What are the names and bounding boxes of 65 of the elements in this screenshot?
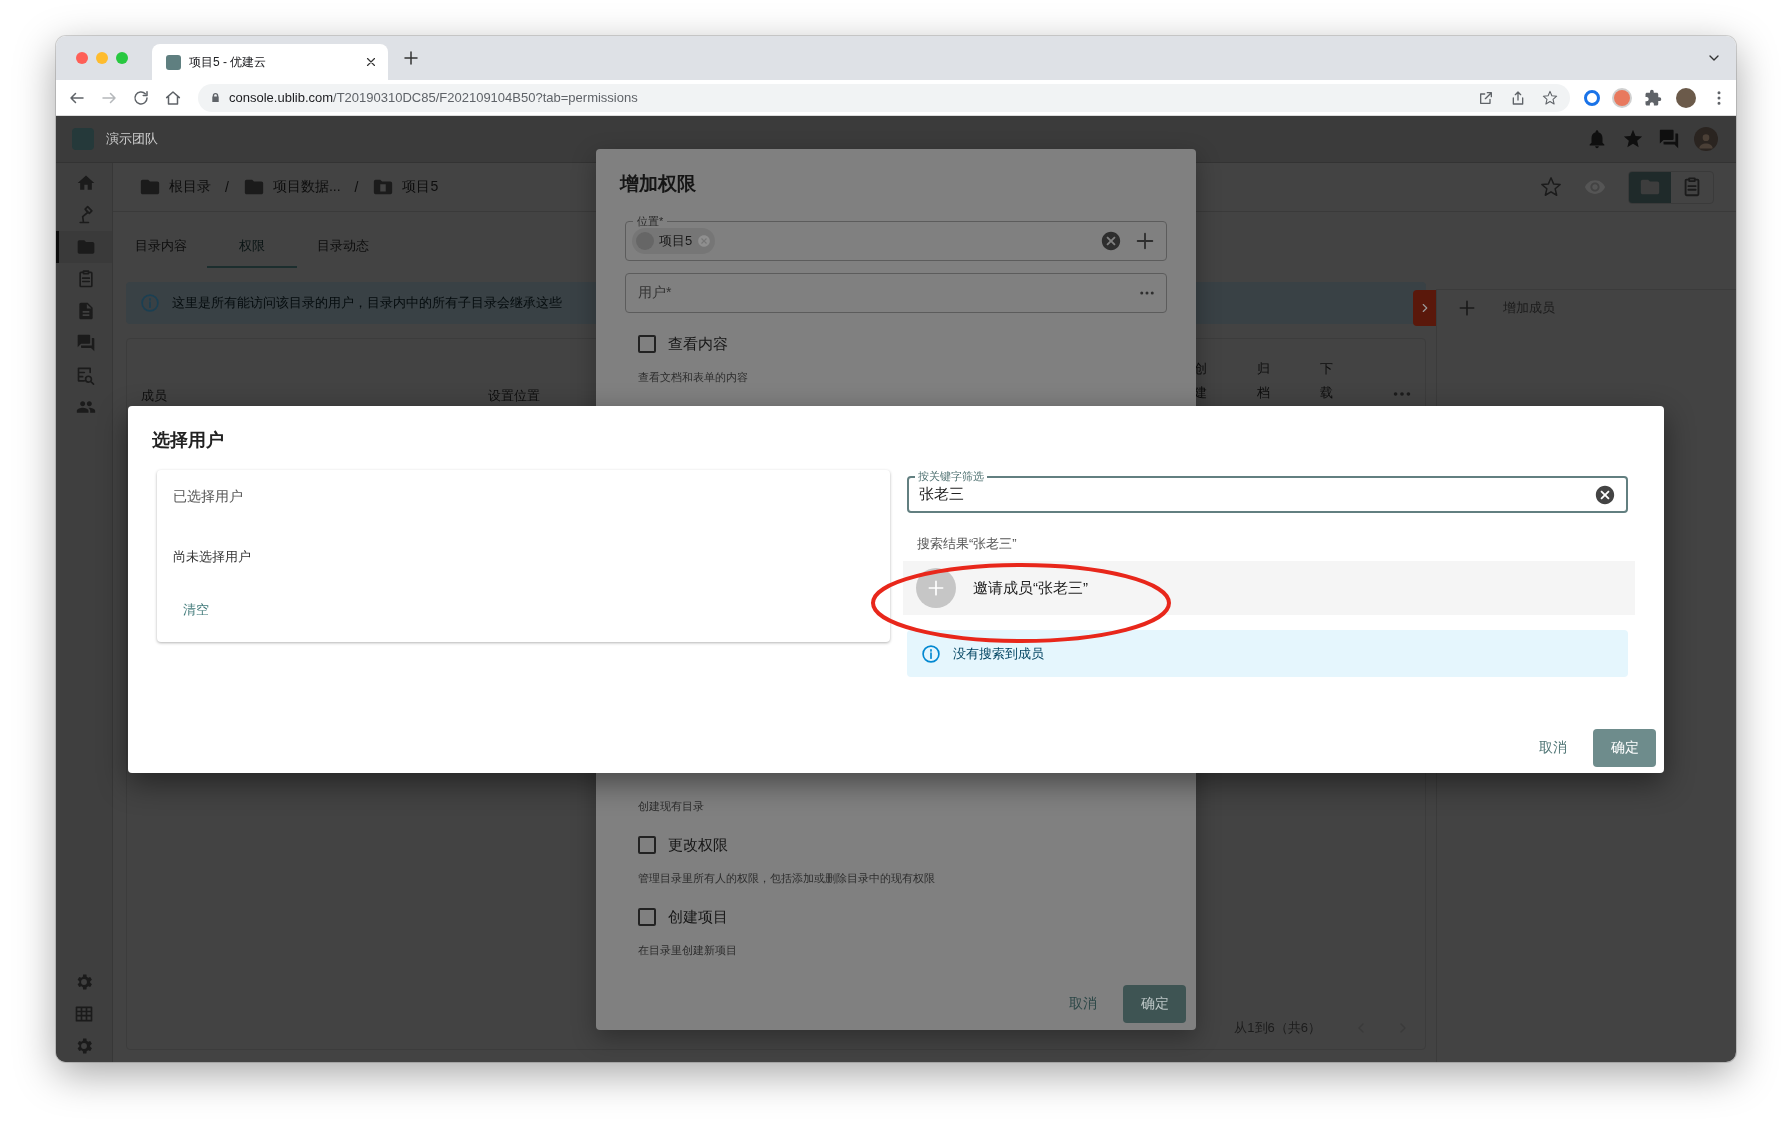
favorite-icon[interactable] xyxy=(1540,176,1562,198)
empty-text: 尚未选择用户 xyxy=(173,548,251,566)
bookmark-star-icon[interactable] xyxy=(1542,89,1558,106)
confirm-button[interactable]: 确定 xyxy=(1593,729,1656,767)
extension-icon[interactable] xyxy=(1584,89,1600,106)
user-field[interactable]: 用户* xyxy=(625,273,1167,313)
invite-member-item[interactable]: 邀请成员“张老三” xyxy=(903,561,1635,615)
breadcrumb-separator: / xyxy=(354,179,359,195)
add-icon[interactable] xyxy=(1457,298,1477,318)
checkbox[interactable] xyxy=(638,335,656,353)
reload-icon[interactable] xyxy=(132,88,150,107)
star-icon[interactable] xyxy=(1622,128,1644,150)
folder-icon[interactable] xyxy=(56,231,112,263)
option-description: 创建现有目录 xyxy=(638,799,705,814)
collapse-tab[interactable] xyxy=(1413,290,1436,326)
cancel-button[interactable]: 取消 xyxy=(1525,729,1581,767)
lock-icon xyxy=(210,92,221,103)
dialog-title: 增加权限 xyxy=(620,172,697,196)
add-icon[interactable] xyxy=(1134,230,1156,252)
add-circle-icon xyxy=(916,568,956,608)
window-minimize-control[interactable] xyxy=(96,52,108,64)
chat-icon[interactable] xyxy=(1658,128,1680,150)
field-label: 位置* xyxy=(633,214,668,228)
location-chip[interactable]: 项目5 xyxy=(632,228,716,254)
team-name: 演示团队 xyxy=(106,130,158,148)
checkbox-label: 更改权限 xyxy=(668,835,728,855)
window-close-control[interactable] xyxy=(76,52,88,64)
option-description: 在目录里创建新项目 xyxy=(638,943,738,958)
open-in-window-icon[interactable] xyxy=(1478,89,1494,106)
cancel-button[interactable]: 取消 xyxy=(1055,985,1111,1023)
checkbox-label: 创建项目 xyxy=(668,907,728,927)
confirm-button[interactable]: 确定 xyxy=(1123,985,1186,1023)
tab-title: 项目5 - 优建云 xyxy=(189,53,267,71)
share-icon[interactable] xyxy=(1510,89,1526,106)
url-text: console.ublib.com/T20190310DC85/F202109104B50?tab=permissions xyxy=(229,90,638,105)
clear-button[interactable]: 清空 xyxy=(175,596,217,624)
clear-icon[interactable] xyxy=(1594,483,1616,506)
info-text: 没有搜索到成员 xyxy=(953,644,1044,663)
option-description: 管理目录里所有人的权限，包括添加或删除目录中的现有权限 xyxy=(638,871,936,886)
window-zoom-control[interactable] xyxy=(116,52,128,64)
checkbox[interactable] xyxy=(638,908,656,926)
home-icon[interactable] xyxy=(164,88,182,107)
table-icon[interactable] xyxy=(74,1004,94,1024)
profile-avatar[interactable] xyxy=(1676,87,1696,108)
results-heading: 搜索结果“张老三” xyxy=(917,535,1018,553)
browser-tab[interactable]: 项目5 - 优建云 xyxy=(152,44,388,80)
checkbox-label: 查看内容 xyxy=(668,334,728,354)
info-icon xyxy=(921,643,941,664)
checkbox[interactable] xyxy=(638,836,656,854)
new-tab-icon[interactable] xyxy=(402,49,420,67)
dialog-title: 选择用户 xyxy=(152,429,225,452)
extension-icon[interactable] xyxy=(1614,89,1630,106)
site-logo-icon xyxy=(166,54,181,70)
info-icon xyxy=(140,293,160,313)
view-toggle-button[interactable] xyxy=(1629,171,1671,203)
option-description: 查看文档和表单的内容 xyxy=(638,370,749,385)
user-avatar[interactable] xyxy=(1694,127,1718,151)
field-label: 按关键字筛选 xyxy=(915,470,987,483)
tab[interactable]: 权限 xyxy=(207,226,297,268)
breadcrumb-separator: / xyxy=(225,179,229,195)
extensions-icon[interactable] xyxy=(1644,88,1662,107)
address-bar[interactable]: console.ublib.com/T20190310DC85/F202109104B50?tab=permissions xyxy=(198,83,1570,112)
close-icon[interactable] xyxy=(364,55,378,69)
panel-title: 已选择用户 xyxy=(173,488,243,506)
remove-icon[interactable] xyxy=(697,234,712,248)
